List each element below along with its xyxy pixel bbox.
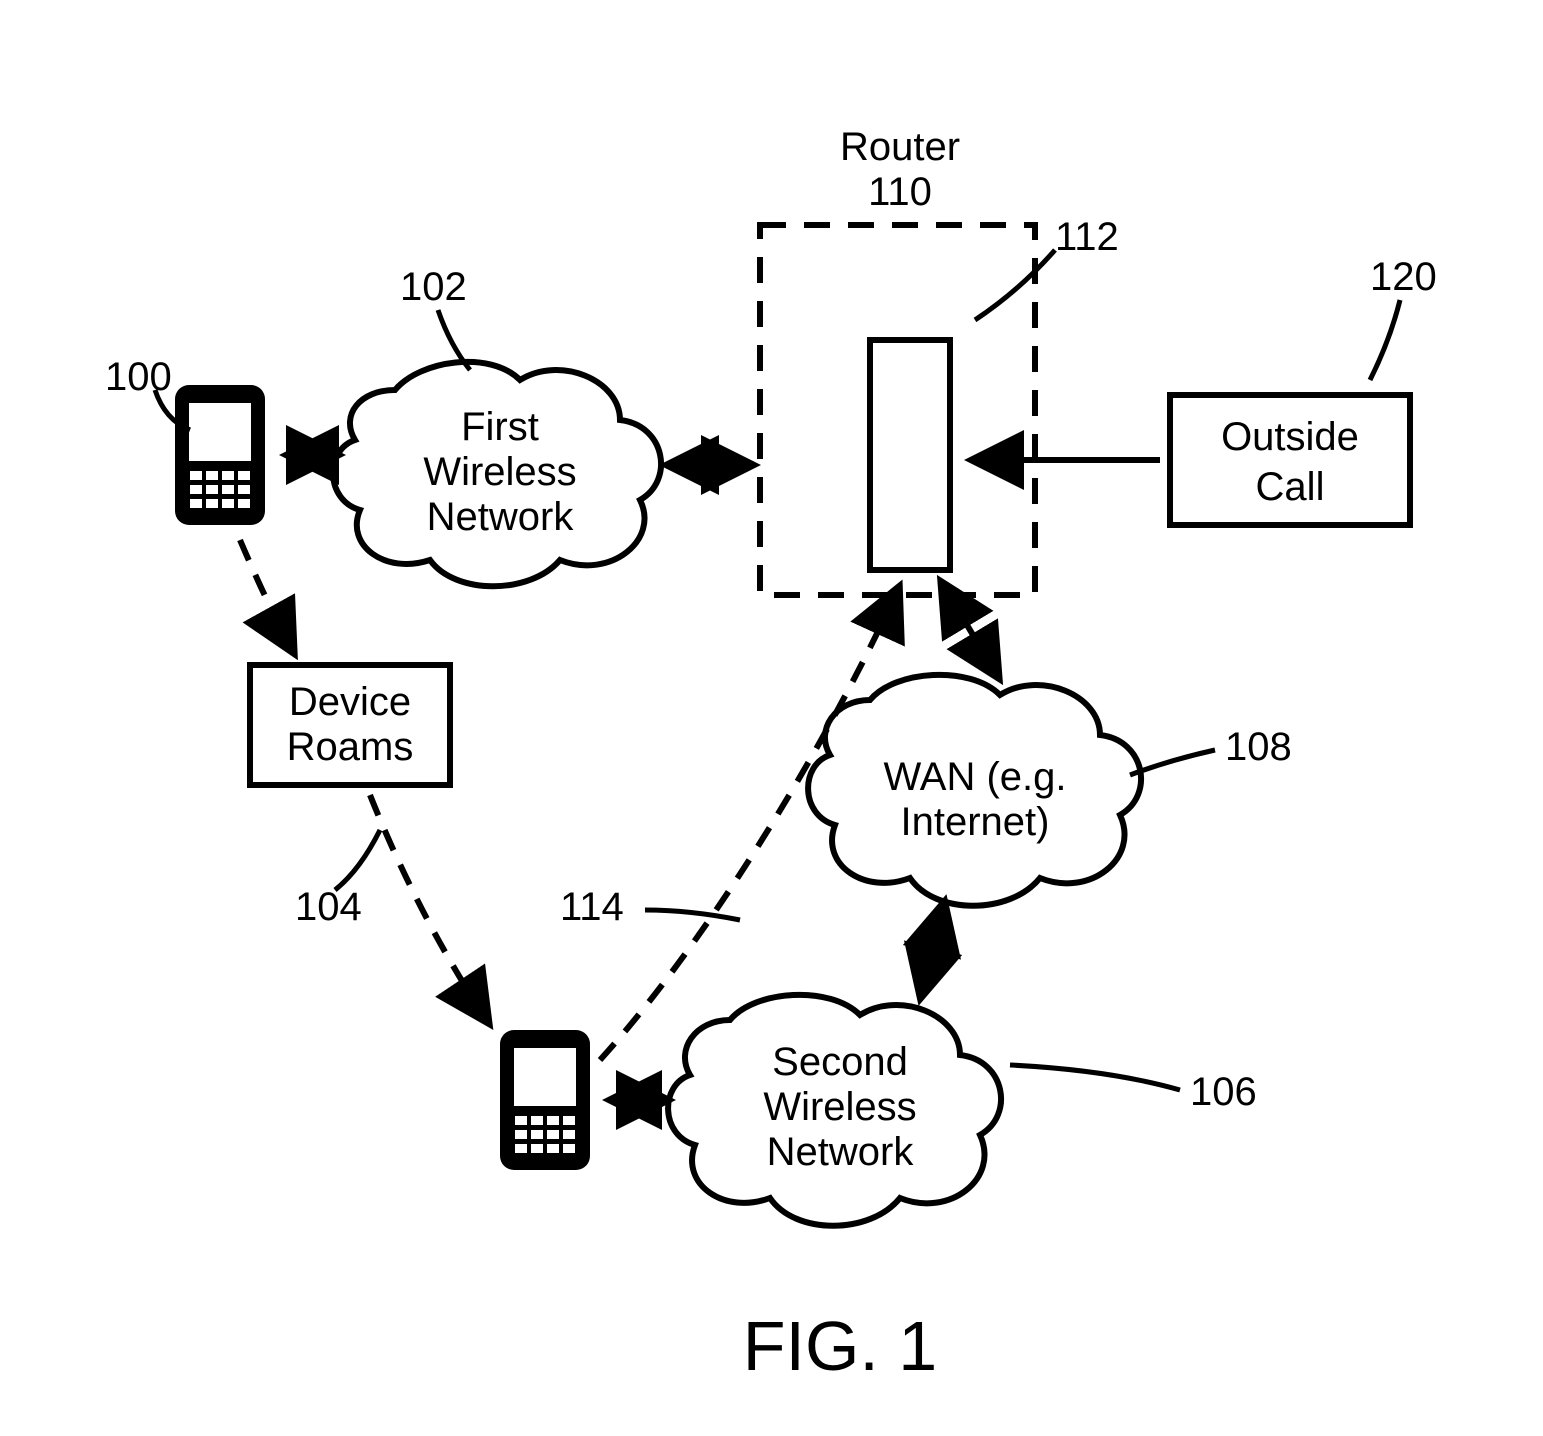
device-roams-line2: Roams <box>287 725 414 769</box>
device-roams-line1: Device <box>289 680 411 724</box>
leader-120 <box>1370 300 1400 380</box>
label-102: 102 <box>400 265 467 309</box>
first-network-label-line3: Network <box>427 495 575 539</box>
wan-label-line2: Internet) <box>901 800 1050 844</box>
device-roams-box: Device Roams <box>250 665 450 785</box>
leader-108 <box>1130 750 1215 775</box>
second-network-label-line1: Second <box>772 1040 908 1084</box>
first-network-label-line1: First <box>461 405 539 449</box>
label-108: 108 <box>1225 725 1292 769</box>
phone-icon-top <box>175 385 265 525</box>
second-network-label-line3: Network <box>767 1130 915 1174</box>
wan-cloud: WAN (e.g. Internet) <box>808 675 1141 906</box>
leader-112 <box>975 250 1055 320</box>
leader-114 <box>645 910 740 920</box>
label-106: 106 <box>1190 1070 1257 1114</box>
outside-call-line2: Call <box>1256 465 1325 509</box>
wan-label-line1: WAN (e.g. <box>884 755 1067 799</box>
outside-call-box: Outside Call <box>1170 395 1410 525</box>
phone-icon-bottom <box>500 1030 590 1170</box>
second-wireless-network-cloud: Second Wireless Network <box>668 995 1001 1226</box>
label-112: 112 <box>1055 215 1119 259</box>
router-number: 110 <box>868 170 932 214</box>
leader-106 <box>1010 1065 1180 1090</box>
router-inner-rect <box>870 340 950 570</box>
roam-path-lower <box>370 795 490 1025</box>
second-network-label-line2: Wireless <box>763 1085 916 1129</box>
first-wireless-network-cloud: First Wireless Network <box>333 362 661 586</box>
router-block: Router 110 <box>760 125 1035 595</box>
roam-path-upper <box>240 540 295 655</box>
label-114: 114 <box>560 885 624 929</box>
first-network-label-line2: Wireless <box>423 450 576 494</box>
router-label: Router <box>840 125 960 169</box>
leader-104 <box>335 830 380 890</box>
figure-caption: FIG. 1 <box>743 1307 937 1385</box>
label-100: 100 <box>105 355 172 399</box>
label-104: 104 <box>295 885 362 929</box>
label-120: 120 <box>1370 255 1437 299</box>
outside-call-line1: Outside <box>1221 415 1359 459</box>
link-wan-secondnet <box>920 900 945 1000</box>
